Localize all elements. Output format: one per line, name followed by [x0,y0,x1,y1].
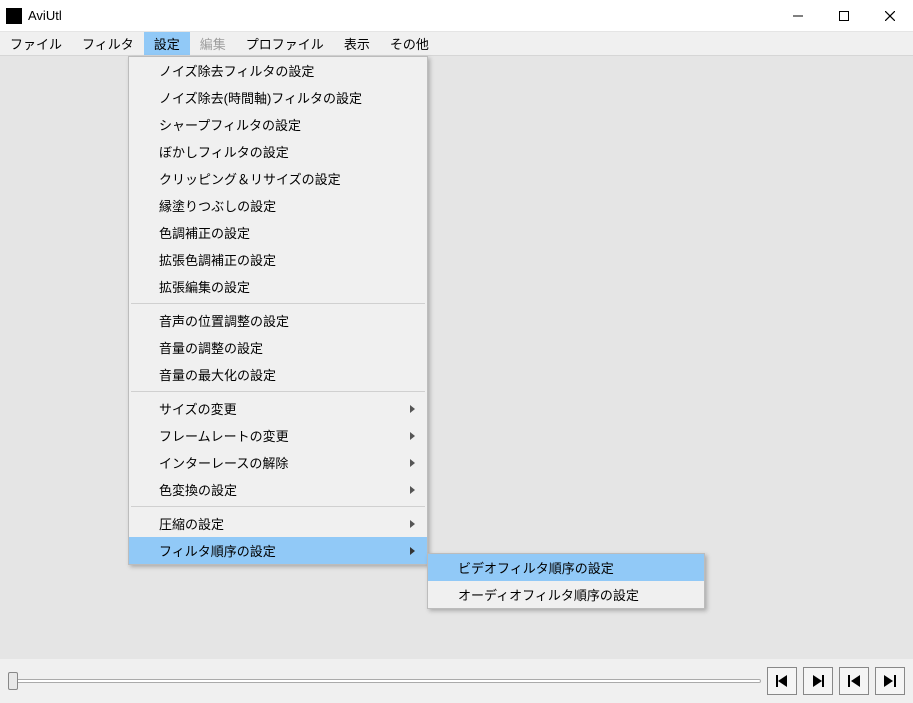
dd-volume-adjust[interactable]: 音量の調整の設定 [129,334,427,361]
separator [131,506,425,507]
prev-frame-button[interactable] [767,667,797,695]
window-title: AviUtl [28,8,62,23]
menu-view[interactable]: 表示 [334,32,380,55]
dd-edge-fill[interactable]: 縁塗りつぶしの設定 [129,192,427,219]
content-area: ノイズ除去フィルタの設定 ノイズ除去(時間軸)フィルタの設定 シャープフィルタの… [0,56,913,703]
dd-color-correction[interactable]: 色調補正の設定 [129,219,427,246]
menu-edit[interactable]: 編集 [190,32,236,55]
menu-filter[interactable]: フィルタ [72,32,144,55]
go-end-button[interactable] [875,667,905,695]
sm-video-filter-order[interactable]: ビデオフィルタ順序の設定 [428,554,704,581]
maximize-button[interactable] [821,0,867,32]
separator [131,303,425,304]
close-button[interactable] [867,0,913,32]
sm-audio-filter-order[interactable]: オーディオフィルタ順序の設定 [428,581,704,608]
separator [131,391,425,392]
dd-color-convert[interactable]: 色変換の設定 [129,476,427,503]
settings-dropdown: ノイズ除去フィルタの設定 ノイズ除去(時間軸)フィルタの設定 シャープフィルタの… [128,56,428,565]
dd-resize[interactable]: サイズの変更 [129,395,427,422]
titlebar: AviUtl [0,0,913,32]
menu-profile[interactable]: プロファイル [236,32,334,55]
minimize-button[interactable] [775,0,821,32]
menubar: ファイル フィルタ 設定 編集 プロファイル 表示 その他 [0,32,913,56]
dd-filter-order[interactable]: フィルタ順序の設定 [129,537,427,564]
dd-audio-position[interactable]: 音声の位置調整の設定 [129,307,427,334]
filter-order-submenu: ビデオフィルタ順序の設定 オーディオフィルタ順序の設定 [427,553,705,609]
dd-deinterlace[interactable]: インターレースの解除 [129,449,427,476]
dd-ext-edit[interactable]: 拡張編集の設定 [129,273,427,300]
go-start-button[interactable] [839,667,869,695]
dd-noise-filter[interactable]: ノイズ除去フィルタの設定 [129,57,427,84]
seek-thumb[interactable] [8,672,18,690]
dd-volume-max[interactable]: 音量の最大化の設定 [129,361,427,388]
dd-clip-resize[interactable]: クリッピング＆リサイズの設定 [129,165,427,192]
menu-file[interactable]: ファイル [0,32,72,55]
dd-framerate[interactable]: フレームレートの変更 [129,422,427,449]
playback-bar [0,659,913,703]
dd-noise-time-filter[interactable]: ノイズ除去(時間軸)フィルタの設定 [129,84,427,111]
dd-compression[interactable]: 圧縮の設定 [129,510,427,537]
menu-other[interactable]: その他 [380,32,439,55]
dd-sharp-filter[interactable]: シャープフィルタの設定 [129,111,427,138]
seek-track [8,679,761,683]
seek-slider[interactable] [8,671,761,691]
menu-settings[interactable]: 設定 [144,32,190,55]
next-frame-button[interactable] [803,667,833,695]
app-icon [6,8,22,24]
dd-ext-color-correction[interactable]: 拡張色調補正の設定 [129,246,427,273]
dd-blur-filter[interactable]: ぼかしフィルタの設定 [129,138,427,165]
